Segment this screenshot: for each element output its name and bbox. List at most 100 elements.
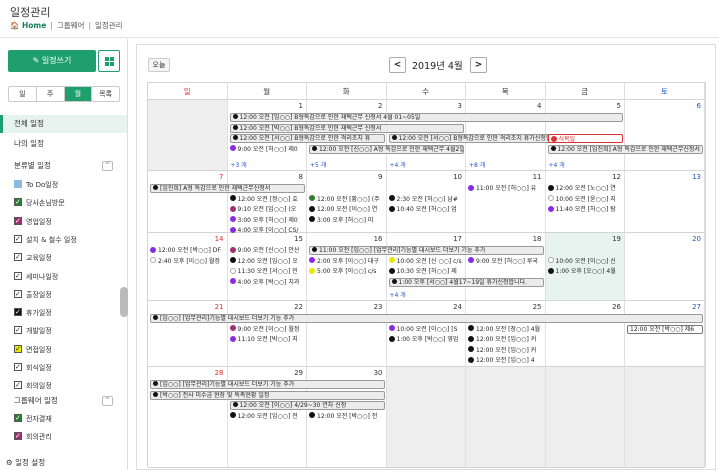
day-cell[interactable]: 13 — [625, 171, 705, 233]
category-item[interactable]: ✓ 교육일정 — [14, 252, 52, 264]
event-item[interactable]: 9:00 오전 [신○○] 안산 — [229, 246, 306, 255]
category-collapse-button[interactable]: ^ — [102, 161, 113, 171]
event-bar[interactable]: [임진희] A형 독감으로 인한 재택근무신청서 — [150, 184, 305, 193]
more-events-link[interactable]: +4 개 — [390, 160, 406, 169]
day-number[interactable]: 30 — [374, 369, 383, 377]
event-item[interactable]: 11:30 오전 [서○○] 민 — [229, 267, 306, 276]
category-checkbox[interactable]: ✓ — [14, 344, 22, 353]
event-item[interactable]: 3:00 오후 [허○○] 미 — [309, 216, 385, 225]
day-number[interactable]: 11 — [533, 173, 542, 181]
more-events-link[interactable]: +8 개 — [469, 160, 485, 169]
day-number[interactable]: 22 — [294, 303, 303, 311]
next-month-button[interactable]: > — [470, 57, 487, 73]
event-bar[interactable]: [임○○] [업무관리]기능별 대시보드 더보기 기능 추가 — [150, 314, 703, 323]
category-item[interactable]: ✓ 회의일정 — [14, 380, 52, 392]
event-bar[interactable]: 12:00 오전 [서○○] B형독감으로 인한 격리조치 휴 — [229, 134, 385, 143]
breadcrumb-home[interactable]: 🏠 Home — [10, 21, 46, 30]
groupware-collapse-button[interactable]: ^ — [102, 396, 113, 406]
event-item[interactable]: 12:00 오전 [황○○] (주 — [309, 195, 385, 204]
event-box[interactable]: 12:00 오전 [박○○] 제6 — [627, 324, 703, 334]
category-item[interactable]: 당사손님방문 — [14, 196, 65, 209]
category-checkbox[interactable]: ✓ — [14, 271, 22, 280]
schedule-settings[interactable]: ⚙ 일정 설정 — [6, 457, 45, 468]
event-item[interactable]: 9:00 오전 [허○○] 루국 — [468, 257, 544, 266]
event-item[interactable]: 10:40 오전 [허○○] 업 — [388, 205, 465, 214]
day-number[interactable]: 6 — [697, 102, 701, 110]
more-events-link[interactable]: +3 개 — [231, 160, 247, 169]
day-number[interactable]: 2 — [378, 102, 382, 110]
category-checkbox[interactable] — [14, 196, 22, 208]
category-item[interactable]: ✓ 면접일정 — [14, 344, 52, 356]
day-cell[interactable] — [545, 367, 625, 468]
day-cell[interactable] — [148, 100, 228, 171]
day-cell[interactable] — [386, 367, 466, 468]
write-schedule-button[interactable]: ✎ 일정쓰기 — [8, 50, 96, 72]
day-number[interactable]: 28 — [215, 369, 224, 377]
event-item[interactable]: 12:00 오전 [임○○] 4 — [468, 356, 544, 365]
event-bar[interactable]: [임○○] [업무관리]기능별 대시보드 더보기 기능 추가 — [150, 380, 385, 389]
day-cell[interactable]: 6 — [625, 100, 705, 171]
day-number[interactable]: 27 — [692, 303, 701, 311]
nav-all-schedules[interactable]: 전체 일정 — [0, 115, 127, 133]
event-item[interactable]: 12:00 오전 [장○○] 4월 — [468, 325, 544, 334]
event-item[interactable]: 9:10 오전 [임○○] (오 — [229, 205, 306, 214]
event-bar[interactable]: 12:00 오전 [이○○] 4/29~30 연차 신청 — [229, 401, 385, 410]
event-item[interactable]: 11:00 오전 [허○○] 유 — [468, 184, 544, 193]
event-item[interactable]: 12:00 오전 [임○○] 전 — [229, 412, 306, 421]
day-cell[interactable]: 22 — [227, 301, 307, 367]
category-item[interactable]: ✓ 회식일정 — [14, 362, 52, 374]
event-bar[interactable]: 1:00 오후 [서○○] 4월17~19일 휴가신청합니다. — [388, 277, 544, 287]
category-item[interactable]: ✓ 설치 & 철수 일정 — [14, 234, 77, 246]
day-number[interactable]: 4 — [537, 102, 541, 110]
event-item[interactable]: 10:00 오전 [이○○] 신 — [547, 257, 624, 266]
nav-my-schedules[interactable]: 나의 일정 — [0, 135, 127, 153]
event-bar[interactable]: 12:00 오전 [신○○] A형 독감으로 인한 재택근무 4월2일 ~ 3일 — [309, 144, 464, 154]
event-bar[interactable]: 12:00 오전 [박○○] B형독감으로 인한 재택근무 신청서 — [229, 123, 464, 133]
sidebar-resize-handle[interactable] — [120, 287, 128, 317]
day-cell[interactable]: 24 — [386, 301, 466, 367]
more-events-link[interactable]: +5 개 — [310, 160, 326, 169]
day-number[interactable]: 25 — [533, 303, 542, 311]
event-item[interactable]: 1:00 오후 [박○○] 영업 — [388, 335, 465, 344]
day-number[interactable]: 5 — [617, 102, 621, 110]
category-item[interactable]: ✓ 개발일정 — [14, 325, 52, 337]
day-number[interactable]: 12 — [612, 173, 621, 181]
day-number[interactable]: 16 — [374, 235, 383, 243]
event-item[interactable]: 10:00 오전 [이○○] [S — [388, 325, 465, 334]
tab-list[interactable]: 목록 — [92, 87, 119, 101]
groupware-category-checkbox[interactable] — [14, 430, 22, 442]
day-cell[interactable]: 21 — [148, 301, 228, 367]
category-item[interactable]: 휴가일정 — [14, 306, 52, 319]
day-number[interactable]: 19 — [612, 235, 621, 243]
event-item[interactable]: 12:00 오전 [노○○] 연 — [547, 184, 624, 193]
day-number[interactable]: 14 — [215, 235, 224, 243]
event-item[interactable]: 12:00 오전 [박○○] 전 — [309, 412, 385, 421]
event-item[interactable]: 4:00 오후 [박○○] 치과 — [229, 278, 306, 287]
category-checkbox[interactable]: ✓ — [14, 253, 22, 262]
groupware-category-item[interactable]: 전자결재 — [14, 412, 52, 425]
breadcrumb-item-schedule[interactable]: 일정관리 — [95, 21, 123, 30]
more-events-link[interactable]: +4 개 — [390, 290, 406, 299]
today-button[interactable]: 오늘 — [148, 58, 170, 72]
day-number[interactable]: 8 — [299, 173, 303, 181]
category-checkbox[interactable]: ✓ — [14, 381, 22, 390]
event-item[interactable]: 11:10 오전 [박○○] 지 — [229, 335, 306, 344]
event-item[interactable]: 2:30 오전 [허○○] 남# — [388, 195, 465, 204]
event-item[interactable]: 12:00 오전 [임○○] 커 — [468, 346, 544, 355]
tab-week[interactable]: 주 — [36, 87, 65, 101]
groupware-category-item[interactable]: 회의관리 — [14, 430, 52, 443]
event-bar[interactable]: 11:00 오전 [임○○] [업무관리]기능별 대시보드 더보기 기능 추가 — [309, 246, 544, 255]
more-events-link[interactable]: +4 개 — [549, 160, 565, 169]
category-checkbox[interactable]: ✓ — [14, 363, 22, 371]
category-checkbox[interactable]: ✓ — [14, 289, 22, 298]
event-item[interactable]: 9:00 오전 [허○○] 제0 — [229, 145, 306, 154]
breadcrumb-home-label[interactable]: Home — [22, 21, 46, 30]
day-number[interactable]: 18 — [533, 235, 542, 243]
category-checkbox[interactable] — [14, 180, 22, 188]
day-number[interactable]: 9 — [378, 173, 382, 181]
event-bar[interactable]: 12:00 오전 [임○○] B형독감으로 인한 재택근무 신청서 4월 01~… — [229, 113, 623, 122]
event-item[interactable]: 12:00 오전 [임○○] 커 — [468, 335, 544, 344]
day-number[interactable]: 7 — [219, 173, 223, 181]
day-cell[interactable]: 20 — [625, 233, 705, 301]
day-number[interactable]: 1 — [299, 102, 303, 110]
